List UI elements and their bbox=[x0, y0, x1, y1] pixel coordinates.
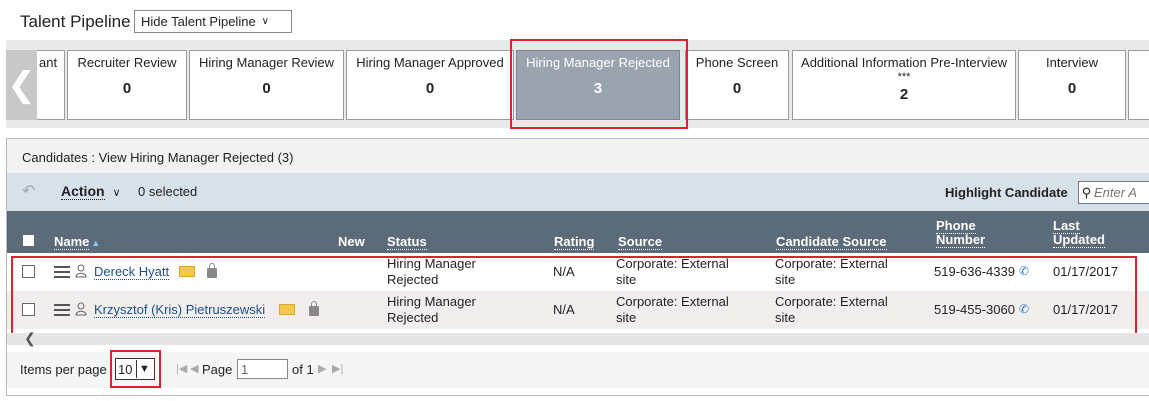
menu-icon[interactable] bbox=[54, 304, 70, 316]
column-name[interactable]: Name ▲ bbox=[54, 234, 101, 250]
stage-label: Additional Information Pre-Interview bbox=[801, 55, 1007, 70]
row-checkbox[interactable] bbox=[22, 265, 35, 278]
row-status: Hiring Manager Rejected bbox=[387, 294, 476, 325]
page-of-label: of 1 bbox=[292, 362, 314, 377]
column-phone[interactable]: Phone Number bbox=[936, 218, 996, 248]
row-phone: 519-636-4339 bbox=[934, 264, 1015, 279]
stage-label: Hiring Manager Rejected bbox=[526, 55, 670, 70]
stage-interview[interactable]: Interview 0 bbox=[1018, 50, 1126, 120]
page-title: Talent Pipeline bbox=[20, 12, 131, 31]
undo-icon[interactable]: ↶ bbox=[22, 181, 35, 201]
page-number-input[interactable] bbox=[237, 359, 288, 379]
sort-asc-icon: ▲ bbox=[91, 238, 101, 248]
candidates-title: Candidates : View Hiring Manager Rejecte… bbox=[22, 150, 294, 165]
lock-icon bbox=[207, 263, 217, 278]
action-menu[interactable]: Action ∨ bbox=[61, 183, 121, 200]
column-source[interactable]: Source bbox=[618, 234, 663, 250]
hide-pipeline-label: Hide Talent Pipeline bbox=[141, 14, 256, 29]
stage-hiring-manager-review[interactable]: Hiring Manager Review 0 bbox=[189, 50, 344, 120]
chevron-down-icon: ▼ bbox=[136, 360, 152, 378]
person-icon bbox=[75, 302, 87, 316]
stage-next-partial[interactable] bbox=[1128, 50, 1149, 120]
stage-label: Hiring Manager Review bbox=[198, 55, 335, 70]
selected-count: 0 selected bbox=[138, 184, 198, 199]
column-last-updated[interactable]: Last Updated bbox=[1053, 218, 1113, 248]
chevron-left-icon[interactable]: ❮ bbox=[6, 50, 37, 120]
row-source: Corporate: External site bbox=[616, 294, 729, 325]
action-label: Action bbox=[61, 183, 105, 200]
last-page-icon[interactable]: ▶| bbox=[332, 362, 343, 375]
stage-count: 0 bbox=[122, 80, 132, 97]
items-per-page-label: Items per page bbox=[20, 362, 107, 377]
stage-hiring-manager-rejected[interactable]: Hiring Manager Rejected 3 bbox=[516, 50, 680, 120]
row-last-updated: 01/17/2017 bbox=[1053, 264, 1119, 279]
chevron-down-icon: ∨ bbox=[261, 16, 269, 27]
stage-hiring-manager-approved[interactable]: Hiring Manager Approved 0 bbox=[346, 50, 514, 120]
id-card-icon[interactable] bbox=[279, 304, 295, 315]
stage-count: 0 bbox=[1067, 80, 1077, 97]
candidate-name-link[interactable]: Dereck Hyatt bbox=[94, 264, 170, 280]
stage-label: ant bbox=[39, 55, 58, 70]
highlight-candidate-field[interactable]: ⚲ bbox=[1078, 181, 1149, 204]
hide-pipeline-button[interactable]: Hide Talent Pipeline ∨ bbox=[134, 10, 292, 33]
stage-recruiter-review[interactable]: Recruiter Review 0 bbox=[67, 50, 187, 120]
stage-partial[interactable]: ant bbox=[37, 50, 65, 120]
column-status[interactable]: Status bbox=[387, 234, 427, 250]
scroll-left-icon[interactable]: ❮ bbox=[24, 330, 36, 347]
menu-icon[interactable] bbox=[54, 266, 70, 278]
stage-label: Hiring Manager Approved bbox=[356, 55, 504, 70]
person-icon bbox=[75, 264, 87, 278]
row-source: Corporate: External site bbox=[616, 256, 729, 287]
stage-phone-screen[interactable]: Phone Screen 0 bbox=[685, 50, 789, 120]
stage-additional-information[interactable]: Additional Information Pre-Interview ***… bbox=[792, 50, 1016, 120]
row-candidate-source: Corporate: External site bbox=[775, 294, 888, 325]
stage-label: Interview bbox=[1045, 55, 1099, 70]
stage-label: Phone Screen bbox=[695, 55, 779, 70]
row-status: Hiring Manager Rejected bbox=[387, 256, 476, 287]
id-card-icon[interactable] bbox=[179, 266, 195, 277]
first-page-icon[interactable]: |◀ bbox=[176, 362, 187, 375]
horizontal-scrollbar[interactable] bbox=[7, 333, 1149, 345]
stage-count: 0 bbox=[732, 80, 742, 97]
row-candidate-source: Corporate: External site bbox=[775, 256, 888, 287]
select-all-checkbox[interactable] bbox=[22, 234, 35, 247]
row-rating: N/A bbox=[553, 302, 575, 317]
items-per-page-select[interactable]: 10 ▼ bbox=[115, 358, 155, 380]
stage-count: 0 bbox=[262, 80, 271, 97]
stage-count: 3 bbox=[593, 80, 603, 97]
table-row[interactable]: Krzysztof (Kris) Pietruszewski Hiring Ma… bbox=[7, 291, 1149, 329]
stage-count: 0 bbox=[425, 80, 435, 97]
highlight-candidate-label: Highlight Candidate bbox=[945, 185, 1068, 200]
row-last-updated: 01/17/2017 bbox=[1053, 302, 1119, 317]
row-phone: 519-455-3060 bbox=[934, 302, 1015, 317]
chevron-down-icon: ∨ bbox=[112, 187, 121, 199]
next-page-icon[interactable]: ▶ bbox=[318, 362, 326, 375]
prev-page-icon[interactable]: ◀ bbox=[190, 362, 198, 375]
column-rating[interactable]: Rating bbox=[554, 234, 595, 250]
row-checkbox[interactable] bbox=[22, 303, 35, 316]
phone-call-icon[interactable]: ✆ bbox=[1019, 264, 1029, 278]
search-icon: ⚲ bbox=[1081, 184, 1092, 200]
column-new: New bbox=[338, 234, 365, 249]
column-candidate-source[interactable]: Candidate Source bbox=[776, 234, 887, 250]
table-row[interactable]: Dereck Hyatt Hiring Manager Rejected N/A… bbox=[7, 253, 1149, 291]
page-label: Page bbox=[202, 362, 233, 377]
phone-call-icon[interactable]: ✆ bbox=[1019, 302, 1029, 316]
highlight-candidate-input[interactable] bbox=[1094, 185, 1149, 200]
stage-stars: *** bbox=[897, 71, 911, 83]
stage-count: 2 bbox=[899, 86, 909, 103]
stage-label: Recruiter Review bbox=[77, 55, 177, 70]
items-per-page-value: 10 bbox=[118, 361, 133, 377]
row-rating: N/A bbox=[553, 264, 575, 279]
lock-icon bbox=[309, 301, 319, 316]
candidate-name-link[interactable]: Krzysztof (Kris) Pietruszewski bbox=[94, 302, 266, 318]
